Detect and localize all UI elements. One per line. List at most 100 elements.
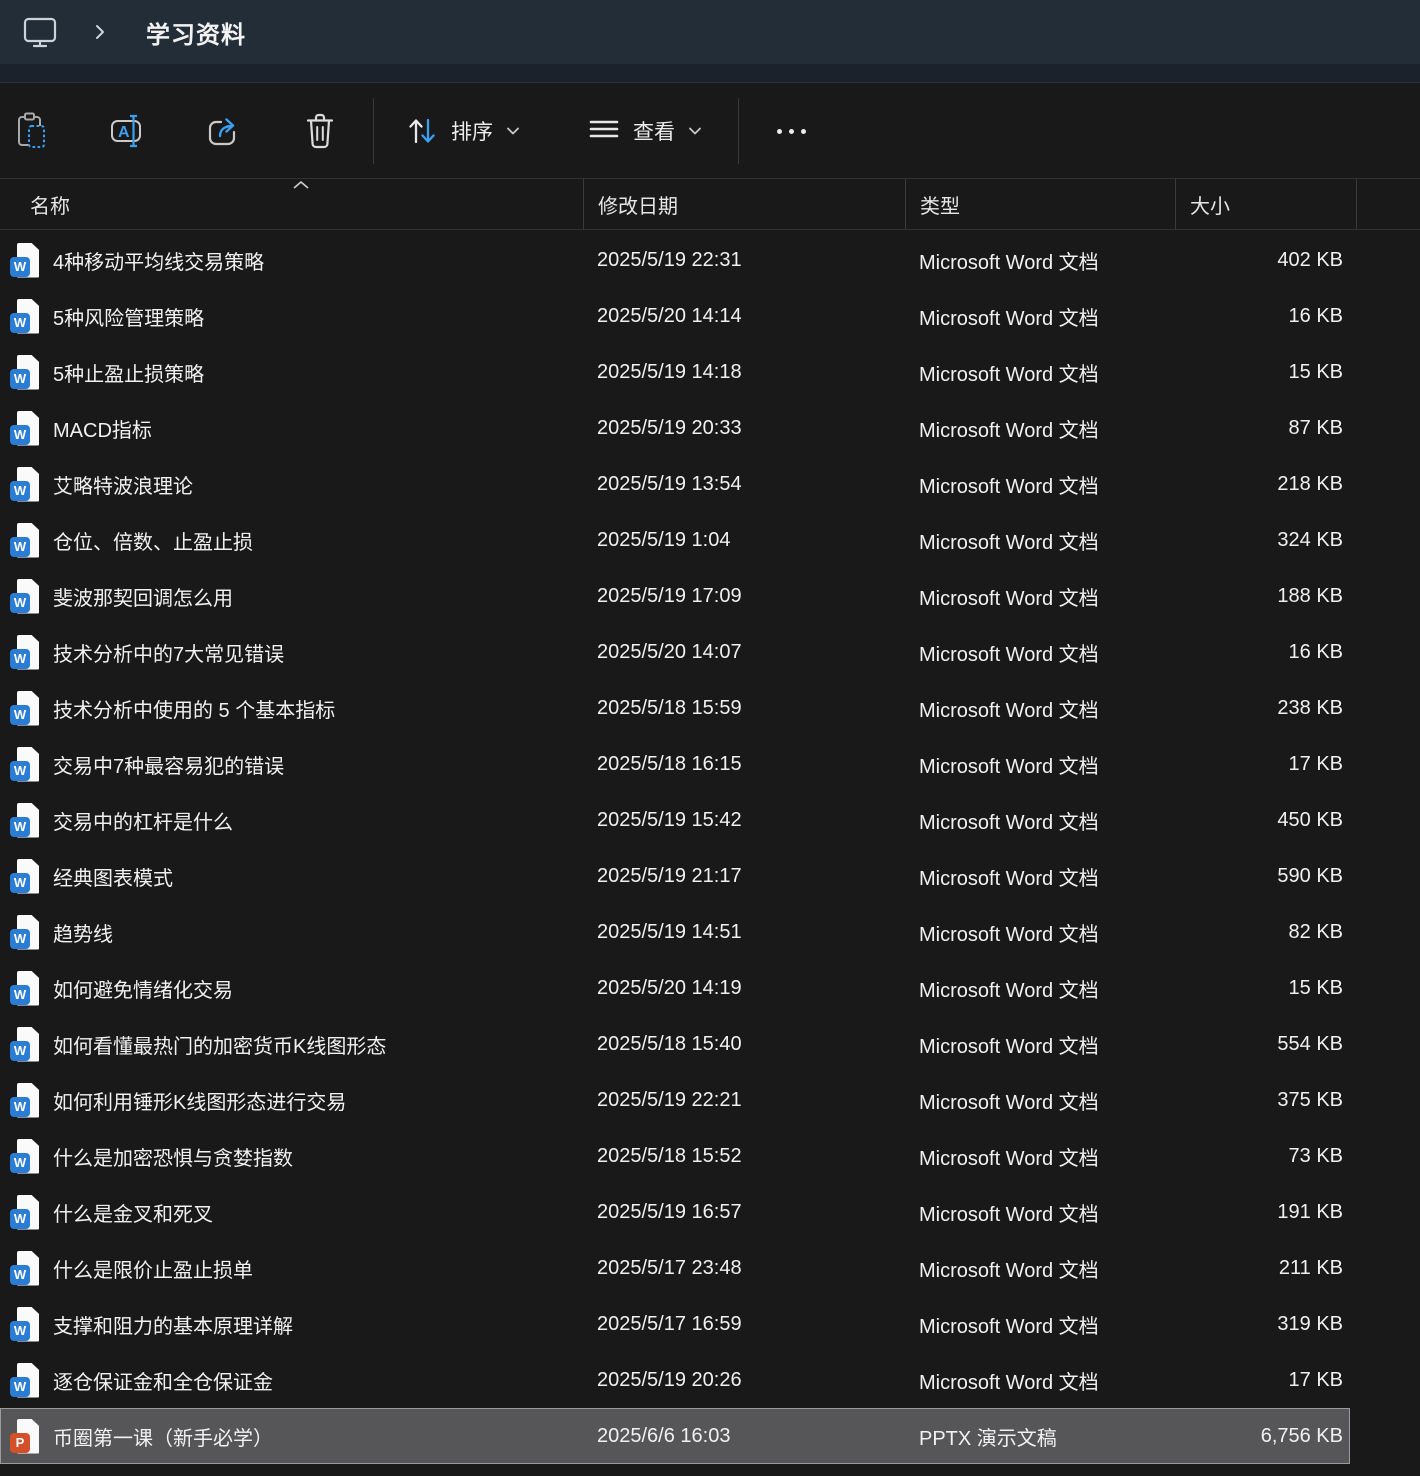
file-name: 逐仓保证金和全仓保证金: [53, 1371, 273, 1394]
file-name: 什么是限价止盈止损单: [53, 1259, 253, 1282]
word-file-icon: W: [10, 746, 39, 782]
this-pc-button[interactable]: [22, 15, 58, 49]
word-file-icon: W: [10, 522, 39, 558]
view-list-icon: [588, 118, 620, 144]
file-date-modified: 2025/5/18 16:15: [597, 752, 742, 775]
chevron-down-icon: [688, 126, 702, 136]
word-file-icon: W: [10, 970, 39, 1006]
file-name: 什么是加密恐惧与贪婪指数: [53, 1147, 293, 1170]
file-row[interactable]: W 技术分析中的7大常见错误 2025/5/20 14:07 Microsoft…: [0, 624, 1350, 680]
file-row[interactable]: W 5种止盈止损策略 2025/5/19 14:18 Microsoft Wor…: [0, 344, 1350, 400]
titlebar-lower-strip: [0, 64, 1420, 83]
column-header-name[interactable]: 名称: [0, 179, 583, 229]
file-row[interactable]: W 艾略特波浪理论 2025/5/19 13:54 Microsoft Word…: [0, 456, 1350, 512]
file-row[interactable]: W 什么是金叉和死叉 2025/5/19 16:57 Microsoft Wor…: [0, 1184, 1350, 1240]
file-date-modified: 2025/5/19 17:09: [597, 584, 742, 607]
word-file-icon: W: [10, 466, 39, 502]
file-date-modified: 2025/5/17 23:48: [597, 1256, 742, 1279]
paste-icon: [15, 111, 49, 151]
file-type: Microsoft Word 文档: [919, 251, 1099, 274]
toolbar-separator: [738, 98, 739, 164]
file-type: Microsoft Word 文档: [919, 531, 1099, 554]
file-row[interactable]: W 什么是加密恐惧与贪婪指数 2025/5/18 15:52 Microsoft…: [0, 1128, 1350, 1184]
file-size: 324 KB: [1277, 528, 1343, 551]
rename-button[interactable]: A: [96, 97, 160, 165]
file-row[interactable]: W 趋势线 2025/5/19 14:51 Microsoft Word 文档 …: [0, 904, 1350, 960]
file-name: 斐波那契回调怎么用: [53, 587, 233, 610]
file-name: 经典图表模式: [53, 867, 173, 890]
file-date-modified: 2025/5/19 22:31: [597, 248, 742, 271]
file-type: Microsoft Word 文档: [919, 923, 1099, 946]
trash-icon: [303, 111, 337, 151]
file-row[interactable]: W 交易中7种最容易犯的错误 2025/5/18 16:15 Microsoft…: [0, 736, 1350, 792]
file-name: 支撑和阻力的基本原理详解: [53, 1315, 293, 1338]
file-date-modified: 2025/5/19 1:04: [597, 528, 731, 551]
delete-button[interactable]: [288, 97, 352, 165]
share-button[interactable]: [192, 97, 256, 165]
file-row[interactable]: W 如何利用锤形K线图形态进行交易 2025/5/19 22:21 Micros…: [0, 1072, 1350, 1128]
file-row[interactable]: W 技术分析中使用的 5 个基本指标 2025/5/18 15:59 Micro…: [0, 680, 1350, 736]
file-row[interactable]: W 支撑和阻力的基本原理详解 2025/5/17 16:59 Microsoft…: [0, 1296, 1350, 1352]
file-row[interactable]: W 逐仓保证金和全仓保证金 2025/5/19 20:26 Microsoft …: [0, 1352, 1350, 1408]
file-row[interactable]: W 如何看懂最热门的加密货币K线图形态 2025/5/18 15:40 Micr…: [0, 1016, 1350, 1072]
more-options-button[interactable]: [763, 101, 819, 161]
file-row[interactable]: W 如何避免情绪化交易 2025/5/20 14:19 Microsoft Wo…: [0, 960, 1350, 1016]
file-size: 16 KB: [1288, 304, 1343, 327]
file-row[interactable]: W 斐波那契回调怎么用 2025/5/19 17:09 Microsoft Wo…: [0, 568, 1350, 624]
file-row[interactable]: W 仓位、倍数、止盈止损 2025/5/19 1:04 Microsoft Wo…: [0, 512, 1350, 568]
word-file-icon: W: [10, 242, 39, 278]
file-type: Microsoft Word 文档: [919, 419, 1099, 442]
file-row[interactable]: W 交易中的杠杆是什么 2025/5/19 15:42 Microsoft Wo…: [0, 792, 1350, 848]
file-size: 554 KB: [1277, 1032, 1343, 1055]
file-name: 什么是金叉和死叉: [53, 1203, 213, 1226]
word-file-icon: W: [10, 354, 39, 390]
file-row[interactable]: W 4种移动平均线交易策略 2025/5/19 22:31 Microsoft …: [0, 232, 1350, 288]
file-size: 218 KB: [1277, 472, 1343, 495]
column-header-size[interactable]: 大小: [1175, 179, 1357, 229]
sort-button[interactable]: 排序: [394, 97, 532, 165]
file-list: W 4种移动平均线交易策略 2025/5/19 22:31 Microsoft …: [0, 232, 1420, 1464]
share-icon: [206, 113, 242, 149]
file-size: 191 KB: [1277, 1200, 1343, 1223]
file-type: Microsoft Word 文档: [919, 1203, 1099, 1226]
view-button-label: 查看: [633, 121, 675, 144]
column-header-row: 名称 修改日期 类型 大小: [0, 178, 1420, 230]
file-type: Microsoft Word 文档: [919, 643, 1099, 666]
file-size: 375 KB: [1277, 1088, 1343, 1111]
breadcrumb-chevron-icon: [94, 23, 106, 41]
file-size: 6,756 KB: [1260, 1424, 1343, 1447]
column-header-type[interactable]: 类型: [905, 179, 1175, 229]
breadcrumb-bar: 学习资料: [0, 0, 1420, 64]
view-button[interactable]: 查看: [576, 97, 714, 165]
file-date-modified: 2025/5/18 15:59: [597, 696, 742, 719]
file-row[interactable]: W 5种风险管理策略 2025/5/20 14:14 Microsoft Wor…: [0, 288, 1350, 344]
file-row[interactable]: W 什么是限价止盈止损单 2025/5/17 23:48 Microsoft W…: [0, 1240, 1350, 1296]
file-date-modified: 2025/5/20 14:19: [597, 976, 742, 999]
word-file-icon: W: [10, 578, 39, 614]
toolbar-separator: [373, 98, 374, 164]
word-file-icon: W: [10, 1026, 39, 1062]
word-file-icon: W: [10, 1250, 39, 1286]
file-size: 450 KB: [1277, 808, 1343, 831]
file-name: 仓位、倍数、止盈止损: [53, 531, 253, 554]
file-row[interactable]: P 币圈第一课（新手必学） 2025/6/6 16:03 PPTX 演示文稿 6…: [0, 1408, 1350, 1464]
file-name: MACD指标: [53, 419, 152, 442]
file-row[interactable]: W MACD指标 2025/5/19 20:33 Microsoft Word …: [0, 400, 1350, 456]
file-type: Microsoft Word 文档: [919, 1147, 1099, 1170]
column-header-date-modified[interactable]: 修改日期: [583, 179, 905, 229]
file-name: 技术分析中的7大常见错误: [53, 643, 285, 666]
command-toolbar: A 排序 查看: [0, 84, 1420, 178]
word-file-icon: W: [10, 1194, 39, 1230]
word-file-icon: W: [10, 634, 39, 670]
file-name: 如何利用锤形K线图形态进行交易: [53, 1091, 347, 1114]
file-name: 如何避免情绪化交易: [53, 979, 233, 1002]
file-size: 87 KB: [1288, 416, 1343, 439]
file-type: Microsoft Word 文档: [919, 1091, 1099, 1114]
paste-button[interactable]: [0, 97, 64, 165]
file-date-modified: 2025/5/19 16:57: [597, 1200, 742, 1223]
file-type: Microsoft Word 文档: [919, 363, 1099, 386]
file-size: 15 KB: [1288, 976, 1343, 999]
breadcrumb-folder-name[interactable]: 学习资料: [146, 15, 246, 50]
file-row[interactable]: W 经典图表模式 2025/5/19 21:17 Microsoft Word …: [0, 848, 1350, 904]
file-name: 如何看懂最热门的加密货币K线图形态: [53, 1035, 387, 1058]
